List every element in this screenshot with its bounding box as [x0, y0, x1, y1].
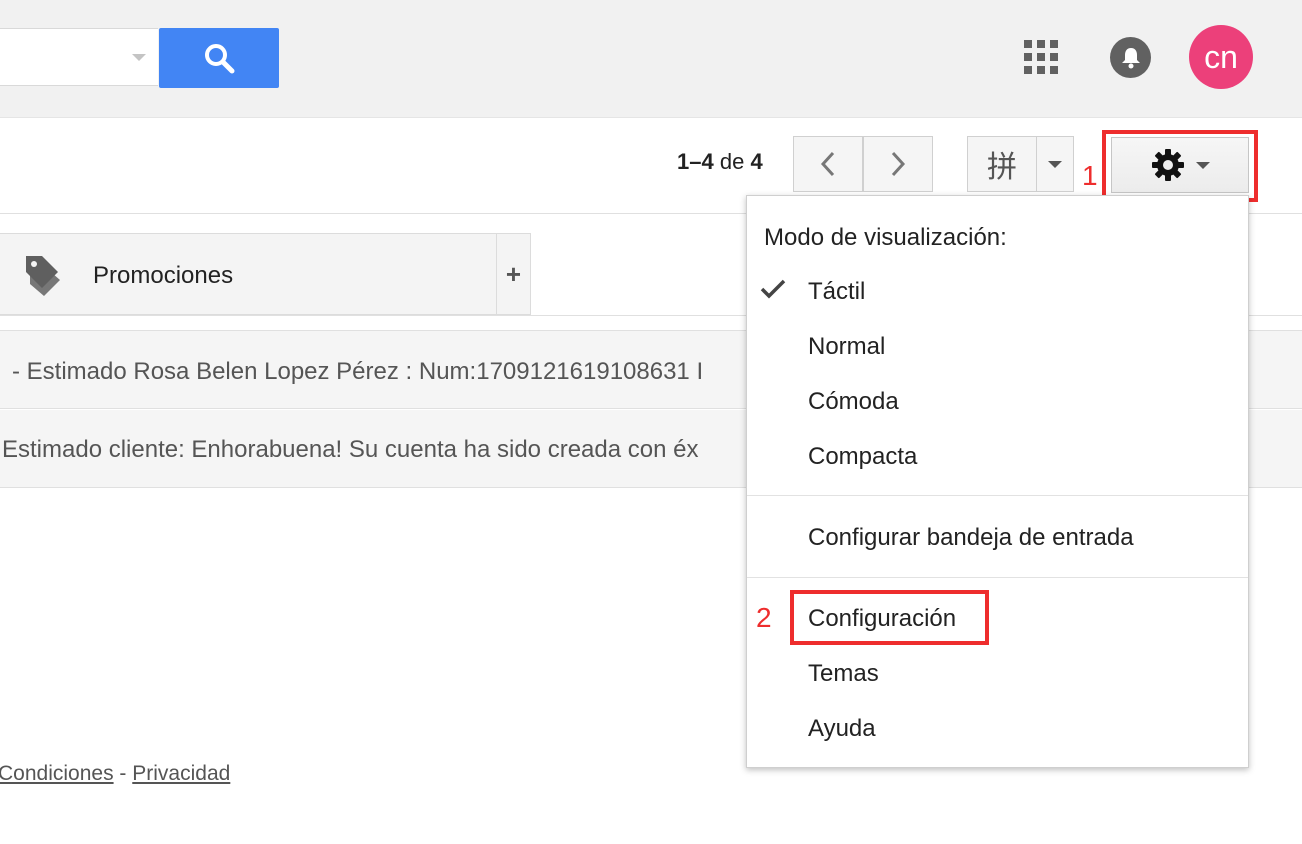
- menu-item-configure-inbox[interactable]: Configurar bandeja de entrada: [808, 524, 1134, 552]
- chevron-left-icon: [820, 151, 835, 177]
- gear-icon: [1152, 149, 1184, 181]
- menu-divider: [747, 577, 1248, 578]
- settings-button[interactable]: [1111, 137, 1249, 193]
- terms-link[interactable]: Condiciones: [0, 762, 114, 785]
- message-snippet: Estimado cliente: Enhorabuena! Su cuenta…: [2, 436, 699, 463]
- message-snippet: - Estimado Rosa Belen Lopez Pérez : Num:…: [12, 358, 704, 385]
- tab-promotions-label: Promociones: [93, 262, 234, 289]
- pagination-count: 1–4 de 4: [677, 149, 763, 174]
- menu-item-normal[interactable]: Normal: [808, 333, 885, 361]
- search-button[interactable]: [159, 28, 279, 88]
- notifications-bell-icon[interactable]: [1110, 37, 1151, 78]
- chevron-right-icon: [891, 151, 906, 177]
- menu-item-themes[interactable]: Temas: [808, 660, 879, 688]
- footer-separator: -: [119, 762, 127, 785]
- privacy-link[interactable]: Privacidad: [132, 762, 230, 785]
- annotation-highlight-configuration: [790, 590, 989, 645]
- settings-menu: Modo de visualización: Táctil Normal Cóm…: [746, 195, 1249, 768]
- footer-links: Condiciones - Privacidad: [0, 762, 230, 786]
- menu-item-touch[interactable]: Táctil: [808, 278, 865, 306]
- checkmark-icon: [760, 279, 786, 299]
- input-tools-button[interactable]: 拼: [967, 136, 1037, 192]
- annotation-number-1: 1: [1082, 160, 1098, 191]
- annotation-number-2: 2: [756, 602, 772, 633]
- search-options-caret-icon[interactable]: [132, 54, 146, 61]
- apps-grid-icon[interactable]: [1024, 40, 1058, 74]
- menu-divider: [747, 495, 1248, 496]
- menu-item-comfortable[interactable]: Cómoda: [808, 388, 899, 416]
- tag-icon: [26, 256, 60, 296]
- input-tools-icon: 拼: [987, 150, 1017, 185]
- menu-item-compact[interactable]: Compacta: [808, 443, 917, 471]
- menu-item-help[interactable]: Ayuda: [808, 715, 876, 743]
- display-density-heading: Modo de visualización:: [764, 224, 1007, 251]
- add-tab-button[interactable]: +: [496, 233, 531, 315]
- tab-promotions[interactable]: [0, 233, 498, 315]
- chevron-down-icon: [1048, 160, 1062, 168]
- input-tools-dropdown-button[interactable]: [1036, 136, 1074, 192]
- newer-page-button[interactable]: [793, 136, 863, 192]
- account-avatar[interactable]: cn: [1189, 25, 1253, 89]
- chevron-down-icon: [1196, 161, 1210, 169]
- search-icon: [205, 44, 235, 74]
- older-page-button[interactable]: [863, 136, 933, 192]
